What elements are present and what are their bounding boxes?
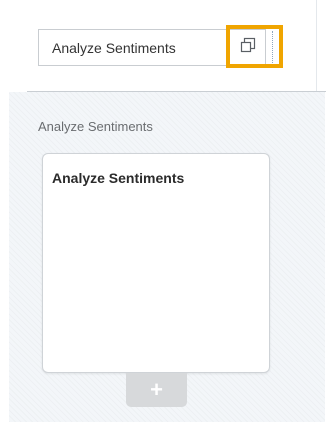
sentiment-card[interactable]: Analyze Sentiments: [42, 153, 270, 373]
card-title: Analyze Sentiments: [52, 170, 185, 186]
copy-button[interactable]: [230, 29, 266, 66]
add-button[interactable]: +: [126, 373, 187, 407]
plus-icon: +: [150, 377, 163, 402]
copy-icon: [240, 37, 256, 58]
vertical-divider: [316, 0, 317, 92]
title-field-value: Analyze Sentiments: [52, 39, 176, 56]
dotted-separator: [272, 31, 273, 65]
section-label: Analyze Sentiments: [38, 119, 153, 134]
title-field[interactable]: Analyze Sentiments: [38, 29, 230, 66]
horizontal-divider: [27, 91, 326, 92]
